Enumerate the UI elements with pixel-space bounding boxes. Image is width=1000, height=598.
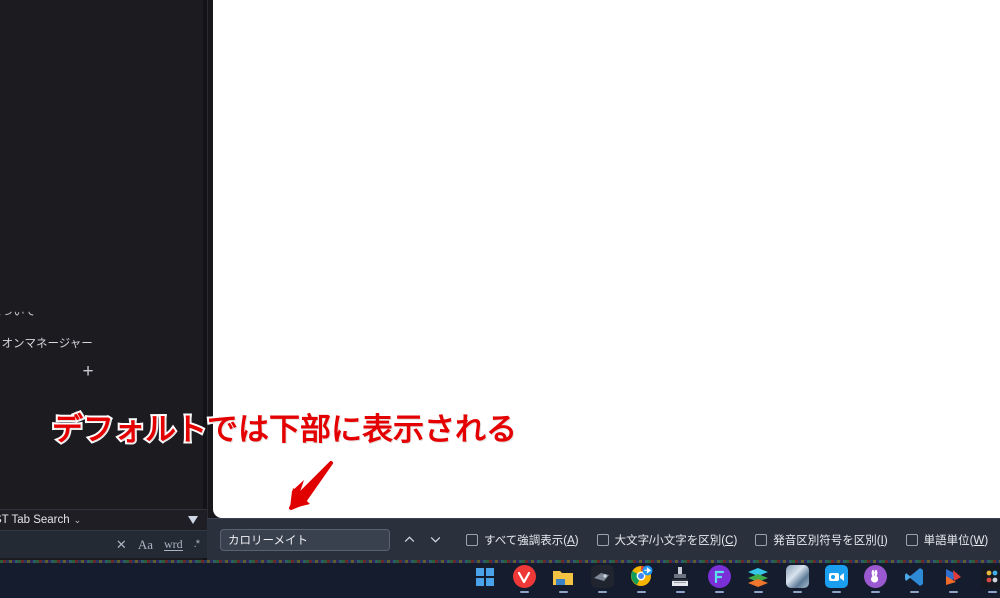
taskbar-icon-row: [472, 565, 1000, 595]
panel-title-wrap: ST Tab Search ⌄: [0, 514, 81, 526]
find-input[interactable]: [220, 528, 390, 551]
taskbar-rabbit-app[interactable]: [862, 565, 888, 595]
sidebar-row-addon-manager[interactable]: ドオンマネージャー: [0, 330, 207, 356]
taskbar-davinci-resolve[interactable]: [979, 565, 1000, 595]
taskbar-onlyoffice[interactable]: [745, 565, 771, 595]
rabbit-icon: [863, 565, 887, 588]
cb1-end: ): [733, 534, 738, 547]
folder-icon: [552, 565, 575, 588]
running-indicator: [753, 591, 763, 593]
cb3-main: 単語単位(: [923, 534, 974, 547]
running-indicator: [519, 591, 529, 593]
panel-find-row: ✕ Aa wrd .*: [0, 530, 207, 558]
taskbar-start-button[interactable]: [472, 565, 498, 595]
checkbox-whole-words-box[interactable]: [905, 533, 918, 546]
checkbox-whole-words[interactable]: 単語単位(W): [905, 532, 989, 548]
chevron-down-icon[interactable]: ⌄: [74, 515, 82, 526]
cb3-end: ): [984, 534, 989, 547]
taskbar-file-explorer[interactable]: [550, 565, 576, 595]
cb0-main: すべて強調表示(: [484, 534, 568, 547]
checkbox-match-case-label: 大文字/小文字を区別(C): [615, 532, 738, 548]
whole-word-icon[interactable]: wrd: [163, 538, 183, 551]
running-indicator: [675, 591, 685, 593]
annotation-arrow-icon: [289, 461, 333, 510]
browser-sidebar: について ドオンマネージャー + ST Tab Search ⌄ ✕ Aa wr…: [0, 0, 208, 560]
screen: について ドオンマネージャー + ST Tab Search ⌄ ✕ Aa wr…: [0, 0, 1000, 598]
match-case-icon[interactable]: Aa: [138, 538, 153, 551]
davinci-resolve-icon: [980, 565, 1000, 588]
add-panel-button[interactable]: +: [74, 357, 102, 385]
sidebar-row-about-label: について: [0, 306, 36, 318]
find-next-button[interactable]: [422, 528, 448, 552]
checkbox-highlight-all-box[interactable]: [466, 533, 478, 546]
cb3-accel: W: [973, 534, 985, 547]
regex-icon[interactable]: .*: [194, 539, 200, 550]
taskbar-video-app[interactable]: [823, 565, 849, 595]
vivaldi-icon: [512, 565, 536, 588]
checkbox-highlight-all-label: すべて強調表示(A): [484, 532, 579, 548]
running-indicator: [714, 591, 724, 593]
checkbox-whole-words-label: 単語単位(W): [924, 532, 989, 548]
browser-window: について ドオンマネージャー + ST Tab Search ⌄ ✕ Aa wr…: [0, 0, 1000, 560]
cb1-main: 大文字/小文字を区別(: [614, 534, 726, 547]
find-previous-button[interactable]: [396, 528, 422, 552]
sidebar-row-addon-manager-label: ドオンマネージャー: [0, 338, 93, 350]
clear-search-icon[interactable]: ✕: [116, 538, 127, 551]
taskbar-pixel-strip: [0, 560, 1000, 563]
sidebar-row-about-clipped[interactable]: について: [0, 298, 207, 324]
checkbox-match-diacritics[interactable]: 発音区別符号を区別(I): [755, 532, 888, 548]
vscode-icon: [903, 565, 926, 588]
stamp-icon: [669, 565, 692, 588]
running-indicator: [870, 591, 880, 593]
cb0-accel: A: [567, 534, 575, 547]
panel-title: ST Tab Search: [0, 514, 70, 526]
taskbar-vscode[interactable]: [901, 565, 927, 595]
checkbox-match-case[interactable]: 大文字/小文字を区別(C): [596, 532, 738, 548]
purple-f-icon: [707, 565, 731, 588]
cb2-main: 発音区別符号を区別(: [773, 534, 881, 547]
video-camera-icon: [824, 565, 848, 588]
filter-icon[interactable]: [188, 516, 198, 524]
panel-header-st-tab-search[interactable]: ST Tab Search ⌄: [0, 509, 207, 530]
annotation-text: デフォルトでは下部に表示される: [50, 410, 519, 449]
running-indicator: [909, 591, 919, 593]
running-indicator: [597, 591, 607, 593]
running-indicator: [831, 591, 841, 593]
triangle-play-icon: [942, 565, 965, 588]
photo-thumbnail-icon: [785, 565, 809, 588]
taskbar-photo-viewer[interactable]: [784, 565, 810, 595]
checkbox-match-case-box[interactable]: [596, 533, 609, 546]
taskbar-firefox-dev[interactable]: [706, 565, 732, 595]
dark-app-icon: [590, 565, 614, 588]
taskbar-vivaldi[interactable]: [511, 565, 537, 595]
running-indicator: [987, 591, 997, 593]
taskbar-stamp-app[interactable]: [667, 565, 693, 595]
taskbar-chrome[interactable]: [628, 565, 654, 595]
windows-start-icon: [474, 565, 497, 588]
taskbar-colorful-app[interactable]: [940, 565, 966, 595]
taskbar-dark-app[interactable]: [589, 565, 615, 595]
running-indicator: [636, 591, 646, 593]
running-indicator: [948, 591, 958, 593]
windows-taskbar: [0, 560, 1000, 598]
checkbox-highlight-all[interactable]: すべて強調表示(A): [466, 532, 579, 548]
checkbox-match-diacritics-box[interactable]: [755, 533, 768, 546]
find-nav-group: [396, 528, 448, 552]
running-indicator: [558, 591, 568, 593]
checkbox-match-diacritics-label: 発音区別符号を区別(I): [773, 532, 887, 548]
find-bar: すべて強調表示(A) 大文字/小文字を区別(C) 発音区別符号を区別(I) 単語…: [207, 518, 1000, 560]
sidebar-scrollbar[interactable]: [203, 0, 207, 560]
cb0-end: ): [574, 534, 579, 547]
running-indicator: [792, 591, 802, 593]
stacked-layers-icon: [747, 565, 770, 588]
chrome-icon: [630, 565, 653, 588]
cb2-end: ): [883, 534, 888, 547]
